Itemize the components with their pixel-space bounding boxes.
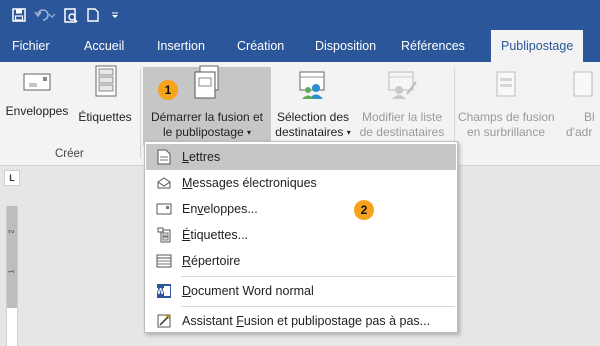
tab-fichier[interactable]: Fichier — [12, 30, 50, 62]
menu-label-etiquettes: Étiquettes... — [182, 228, 249, 242]
ribbon-tabs: Fichier Accueil Insertion Création Dispo… — [0, 30, 600, 62]
step-badge-1: 1 — [158, 80, 178, 100]
edit-list-icon — [354, 70, 450, 104]
menu-label-enveloppes: Enveloppes... — [182, 202, 258, 216]
etiquettes-label: Étiquettes — [78, 110, 132, 124]
letter-icon — [146, 149, 182, 165]
menu-label-lettres: Lettres — [182, 150, 221, 164]
menu-label-assistant: Assistant Fusion et publipostage pas à p… — [182, 314, 431, 328]
dropdown-caret-icon: ▾ — [247, 128, 252, 137]
address-block-button[interactable]: Bl d'adr — [564, 70, 600, 140]
select-recipients-button[interactable]: Sélection des destinataires ▾ — [273, 70, 353, 140]
vertical-ruler: 2 1 — [6, 206, 18, 346]
menu-item-repertoire[interactable]: Répertoire — [146, 248, 456, 274]
svg-text:W: W — [157, 287, 165, 296]
select-recipients-line2-wrap: destinataires ▾ — [273, 125, 353, 140]
labels-icon — [74, 64, 136, 104]
menu-separator — [181, 276, 455, 277]
highlight-fields-line1: Champs de fusion — [458, 110, 555, 124]
menu-label-repertoire: Répertoire — [182, 254, 241, 268]
ruler-mark-1: 1 — [8, 269, 16, 274]
start-mail-merge-line2-wrap: le publipostage ▾ — [143, 125, 271, 140]
ruler-mark-2: 2 — [8, 229, 16, 234]
menu-item-assistant[interactable]: Assistant Fusion et publipostage pas à p… — [146, 308, 456, 334]
tab-creation[interactable]: Création — [237, 30, 284, 62]
select-recipients-line2: destinataires — [275, 125, 344, 139]
edit-list-line2: de destinataires — [359, 125, 445, 139]
highlight-merge-fields-button[interactable]: Champs de fusion en surbrillance — [458, 70, 555, 140]
save-icon[interactable] — [8, 4, 30, 26]
envelope-icon — [4, 70, 70, 98]
quick-access-toolbar — [0, 0, 600, 30]
group-label-creer: Créer — [55, 148, 84, 160]
envelope-icon — [146, 203, 182, 215]
wizard-icon — [146, 313, 182, 329]
start-mail-merge-menu: Lettres Messages électroniques Enveloppe… — [144, 141, 458, 333]
menu-item-enveloppes[interactable]: Enveloppes... — [146, 196, 456, 222]
directory-icon — [146, 254, 182, 268]
start-mail-merge-line1: Démarrer la fusion et — [150, 110, 264, 124]
edit-list-line1: Modifier la liste — [361, 110, 443, 124]
address-block-line2: d'adr — [566, 125, 593, 139]
enveloppes-label: Enveloppes — [5, 104, 69, 118]
menu-item-document-normal[interactable]: W Document Word normal — [146, 278, 456, 304]
address-block-icon — [572, 70, 600, 104]
recipients-icon — [273, 70, 353, 104]
menu-item-etiquettes[interactable]: Étiquettes... — [146, 222, 456, 248]
highlight-fields-icon — [458, 70, 554, 104]
tab-references[interactable]: Références — [401, 30, 465, 62]
etiquettes-button[interactable]: Étiquettes — [74, 64, 136, 125]
undo-icon[interactable] — [30, 4, 60, 26]
start-mail-merge-button[interactable]: Démarrer la fusion et le publipostage ▾ — [143, 64, 271, 140]
ruler-margin-shade — [7, 206, 17, 308]
tab-publipostage[interactable]: Publipostage — [491, 30, 584, 62]
menu-label-messages: Messages électroniques — [182, 176, 317, 190]
menu-label-document-normal: Document Word normal — [182, 284, 314, 298]
group-separator — [140, 68, 141, 158]
menu-separator — [181, 306, 455, 307]
dropdown-caret-icon: ▾ — [346, 128, 351, 137]
select-recipients-line1: Sélection des — [276, 110, 350, 124]
enveloppes-button[interactable]: Enveloppes — [4, 70, 70, 119]
menu-item-lettres[interactable]: Lettres — [146, 144, 456, 170]
tab-insertion[interactable]: Insertion — [157, 30, 205, 62]
word-document-icon: W — [146, 283, 182, 299]
step-badge-2: 2 — [354, 200, 374, 220]
print-preview-icon[interactable] — [60, 4, 82, 26]
customize-qat-icon[interactable] — [104, 4, 126, 26]
tab-disposition[interactable]: Disposition — [315, 30, 376, 62]
start-mail-merge-line2: le publipostage — [162, 125, 244, 139]
tab-accueil[interactable]: Accueil — [84, 30, 124, 62]
new-document-icon[interactable] — [82, 4, 104, 26]
ruler-tab-selector[interactable]: L — [4, 170, 20, 186]
highlight-fields-line2: en surbrillance — [466, 125, 546, 139]
menu-item-messages[interactable]: Messages électroniques — [146, 170, 456, 196]
address-block-line1: Bl — [584, 110, 595, 124]
email-icon — [146, 177, 182, 189]
edit-recipient-list-button[interactable]: Modifier la liste de destinataires — [354, 70, 450, 140]
labels-icon — [146, 227, 182, 243]
